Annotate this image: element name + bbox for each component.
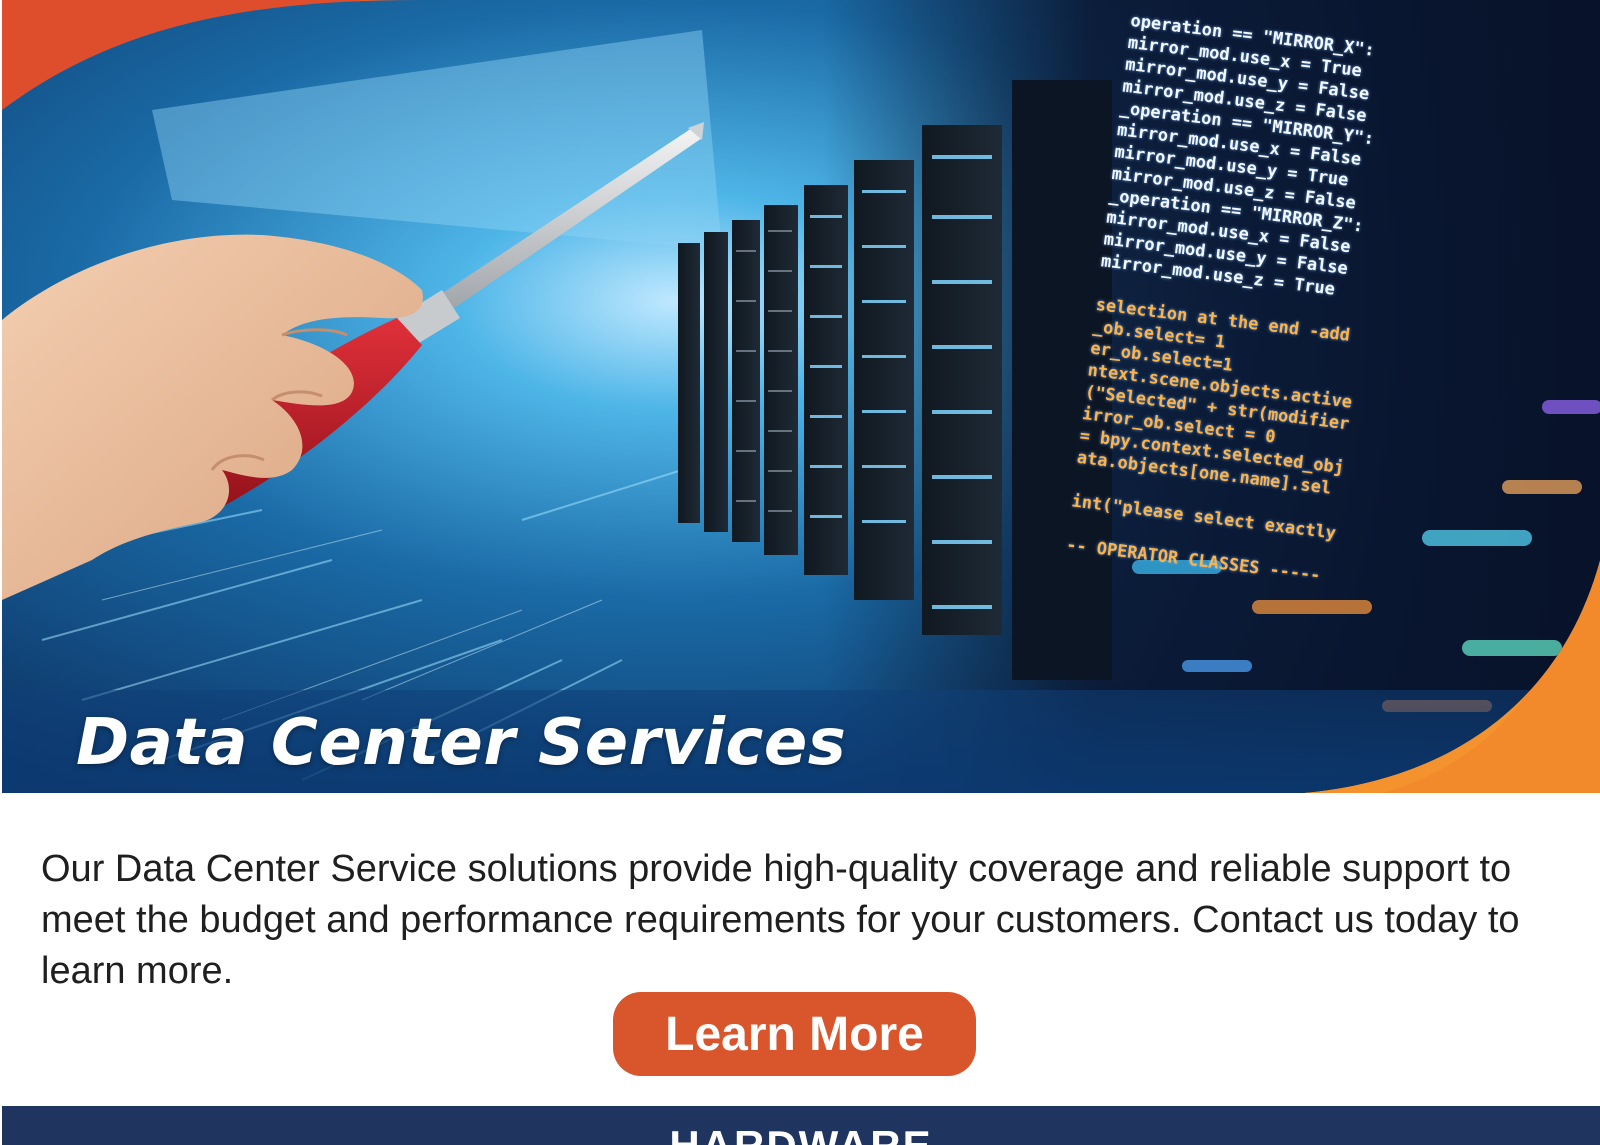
section-label-hardware: HARDWARE bbox=[2, 1122, 1600, 1145]
hero-banner: operation == "MIRROR_X": mirror_mod.use_x… bbox=[2, 0, 1600, 793]
hero-title: Data Center Services bbox=[76, 706, 847, 780]
service-description: Our Data Center Service solutions provid… bbox=[41, 848, 1520, 992]
hero-code-overlay: operation == "MIRROR_X": mirror_mod.use_x… bbox=[1065, 10, 1599, 613]
section-header-bar: HARDWARE bbox=[2, 1106, 1600, 1145]
email-page: operation == "MIRROR_X": mirror_mod.use_x… bbox=[0, 0, 1600, 1145]
learn-more-button[interactable]: Learn More bbox=[613, 992, 976, 1076]
